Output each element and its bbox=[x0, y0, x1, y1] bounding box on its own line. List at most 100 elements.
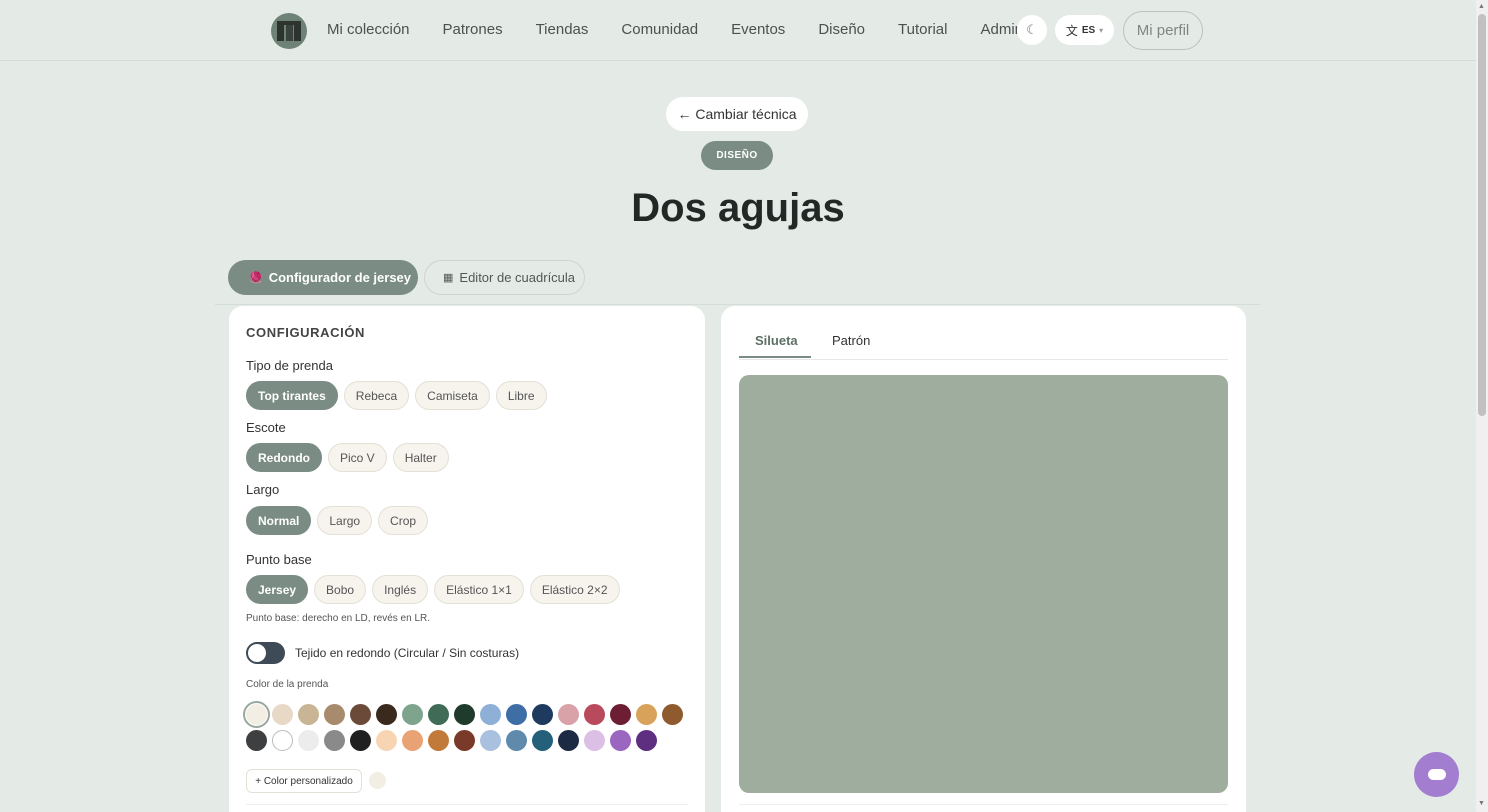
logo-icon[interactable] bbox=[271, 13, 307, 49]
color-swatch[interactable] bbox=[480, 730, 501, 751]
garment-type-label: Tipo de prenda bbox=[246, 358, 333, 373]
moon-icon: ☾ bbox=[1026, 22, 1038, 37]
color-swatch[interactable] bbox=[402, 704, 423, 725]
nav-comunidad[interactable]: Comunidad bbox=[621, 21, 698, 38]
top-navigation: Mi colección Patrones Tiendas Comunidad … bbox=[0, 0, 1476, 61]
section-badge: DISEÑO bbox=[701, 141, 773, 170]
stitch-hint: Punto base: derecho en LD, revés en LR. bbox=[246, 613, 431, 624]
tab-patron[interactable]: Patrón bbox=[832, 333, 870, 348]
color-swatch[interactable] bbox=[350, 704, 371, 725]
neckline-label: Escote bbox=[246, 420, 286, 435]
color-swatches-row-2 bbox=[246, 730, 696, 751]
nav-patrones[interactable]: Patrones bbox=[443, 21, 503, 38]
base-stitch-option[interactable]: Bobo bbox=[314, 575, 367, 604]
color-swatch[interactable] bbox=[506, 730, 527, 751]
theme-toggle-button[interactable]: ☾ bbox=[1017, 15, 1047, 45]
yarn-icon: 🧶 bbox=[249, 272, 263, 284]
color-swatch[interactable] bbox=[558, 730, 579, 751]
change-technique-button[interactable]: ← Cambiar técnica bbox=[666, 97, 808, 131]
divider bbox=[215, 304, 1260, 305]
color-swatch[interactable] bbox=[532, 704, 553, 725]
color-swatch[interactable] bbox=[428, 730, 449, 751]
silhouette-canvas[interactable] bbox=[739, 375, 1228, 793]
neckline-option[interactable]: Pico V bbox=[328, 443, 387, 472]
chat-button[interactable] bbox=[1414, 752, 1459, 797]
garment-type-option[interactable]: Libre bbox=[495, 381, 547, 410]
custom-color-preview bbox=[369, 772, 386, 789]
main-nav: Mi colección Patrones Tiendas Comunidad … bbox=[327, 21, 1056, 38]
config-heading: CONFIGURACIÓN bbox=[246, 325, 366, 340]
color-swatch[interactable] bbox=[376, 704, 397, 725]
length-option[interactable]: Crop bbox=[378, 506, 429, 535]
preview-panel: Silueta Patrón bbox=[721, 306, 1246, 812]
language-selector[interactable]: 文 ES ▾ bbox=[1055, 15, 1114, 45]
round-knitting-label: Tejido en redondo (Circular / Sin costur… bbox=[295, 646, 520, 660]
page-scrollbar[interactable]: ▲ ▼ bbox=[1476, 0, 1488, 812]
color-swatch[interactable] bbox=[610, 704, 631, 725]
tab-silueta[interactable]: Silueta bbox=[755, 333, 798, 348]
round-knitting-toggle[interactable] bbox=[246, 642, 285, 664]
color-swatch[interactable] bbox=[636, 704, 657, 725]
color-swatch[interactable] bbox=[454, 704, 475, 725]
chat-bubble-icon bbox=[1427, 769, 1446, 780]
nav-tutorial[interactable]: Tutorial bbox=[898, 21, 947, 38]
color-swatch[interactable] bbox=[350, 730, 371, 751]
color-swatch[interactable] bbox=[272, 730, 293, 751]
color-swatch[interactable] bbox=[480, 704, 501, 725]
neckline-option[interactable]: Redondo bbox=[246, 443, 322, 472]
color-swatch[interactable] bbox=[584, 704, 605, 725]
divider bbox=[246, 804, 688, 805]
tab-grid-editor[interactable]: ▦ Editor de cuadrícula bbox=[424, 260, 585, 295]
color-swatch[interactable] bbox=[584, 730, 605, 751]
nav-diseno[interactable]: Diseño bbox=[818, 21, 865, 38]
color-swatch[interactable] bbox=[558, 704, 579, 725]
base-stitch-option[interactable]: Jersey bbox=[246, 575, 309, 604]
color-swatch[interactable] bbox=[272, 704, 293, 725]
base-stitch-option[interactable]: Inglés bbox=[372, 575, 429, 604]
scroll-up-icon[interactable]: ▲ bbox=[1478, 3, 1485, 10]
length-label: Largo bbox=[246, 482, 280, 497]
base-stitch-option[interactable]: Elástico 2×2 bbox=[529, 575, 620, 604]
garment-type-options: Top tirantes Rebeca Camiseta Libre bbox=[246, 381, 547, 410]
length-option[interactable]: Largo bbox=[317, 506, 373, 535]
chevron-down-icon: ▾ bbox=[1099, 25, 1104, 35]
tab-label: Configurador de jersey bbox=[268, 270, 412, 285]
color-swatch[interactable] bbox=[376, 730, 397, 751]
scrollbar-thumb[interactable] bbox=[1478, 14, 1486, 416]
color-swatch[interactable] bbox=[402, 730, 423, 751]
garment-type-option[interactable]: Camiseta bbox=[415, 381, 490, 410]
scroll-down-icon[interactable]: ▼ bbox=[1478, 800, 1485, 807]
base-stitch-options: Jersey Bobo Inglés Elástico 1×1 Elástico 2×2 bbox=[246, 575, 620, 604]
color-swatch[interactable] bbox=[610, 730, 631, 751]
nav-tiendas[interactable]: Tiendas bbox=[536, 21, 589, 38]
color-swatch[interactable] bbox=[454, 730, 475, 751]
length-option[interactable]: Normal bbox=[246, 506, 312, 535]
color-swatch[interactable] bbox=[532, 730, 553, 751]
color-swatches-row-1 bbox=[243, 701, 696, 728]
color-swatch[interactable] bbox=[428, 704, 449, 725]
base-stitch-label: Punto base bbox=[246, 552, 312, 567]
garment-type-option[interactable]: Rebeca bbox=[343, 381, 410, 410]
color-swatch[interactable] bbox=[298, 730, 319, 751]
preview-tabs: Silueta Patrón bbox=[739, 326, 1228, 360]
color-swatch[interactable] bbox=[298, 704, 319, 725]
color-swatch[interactable] bbox=[506, 704, 527, 725]
nav-mi-coleccion[interactable]: Mi colección bbox=[327, 21, 410, 38]
base-stitch-option[interactable]: Elástico 1×1 bbox=[434, 575, 524, 604]
garment-color-label: Color de la prenda bbox=[246, 679, 329, 690]
garment-type-option[interactable]: Top tirantes bbox=[246, 381, 338, 410]
language-code: ES bbox=[1081, 24, 1096, 36]
page-title: Dos agujas bbox=[631, 186, 845, 230]
color-swatch[interactable] bbox=[636, 730, 657, 751]
nav-eventos[interactable]: Eventos bbox=[731, 21, 785, 38]
color-swatch[interactable] bbox=[662, 704, 683, 725]
profile-button[interactable]: Mi perfil bbox=[1123, 11, 1203, 50]
tab-jersey-configurator[interactable]: 🧶 Configurador de jersey bbox=[228, 260, 418, 295]
custom-color-button[interactable]: + Color personalizado bbox=[246, 769, 362, 793]
color-swatch[interactable] bbox=[243, 701, 270, 728]
neckline-option[interactable]: Halter bbox=[392, 443, 449, 472]
color-swatch[interactable] bbox=[324, 704, 345, 725]
configuration-panel: CONFIGURACIÓN Tipo de prenda Top tirante… bbox=[229, 306, 705, 812]
color-swatch[interactable] bbox=[246, 730, 267, 751]
color-swatch[interactable] bbox=[324, 730, 345, 751]
